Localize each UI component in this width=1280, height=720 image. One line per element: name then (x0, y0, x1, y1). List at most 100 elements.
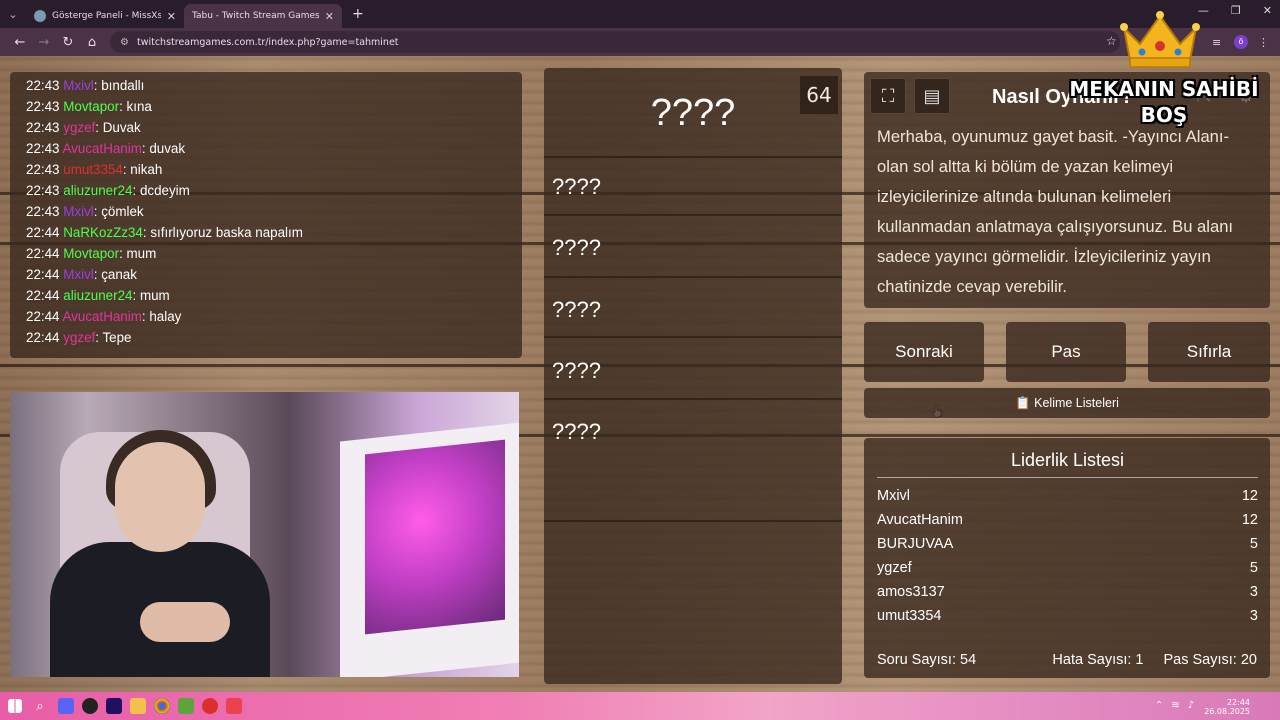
restore-icon[interactable]: ❐ (1231, 4, 1241, 17)
app-red-icon[interactable] (202, 698, 218, 714)
discord-icon[interactable] (58, 698, 74, 714)
leaderboard-row: BURJUVAA 5 (877, 532, 1258, 556)
wifi-icon[interactable]: ≋ (1171, 700, 1179, 711)
chat-time: 22:43 (26, 99, 60, 114)
word-lists-button[interactable]: 📋 Kelime Listeleri (864, 388, 1270, 418)
clock-time: 22:44 (1226, 698, 1250, 707)
chat-time: 22:44 (26, 309, 60, 324)
taboo-word: ???? (552, 297, 601, 322)
pass-count: Pas Sayısı: 20 (1163, 652, 1258, 668)
obs-icon[interactable] (82, 698, 98, 714)
chat-text: Duvak (102, 120, 141, 135)
reload-icon[interactable]: ↻ (56, 35, 80, 50)
chat-username[interactable]: NaRKozZz34 (63, 225, 143, 240)
chrome-icon[interactable] (154, 698, 170, 714)
volume-icon[interactable]: ♪ (1188, 700, 1194, 711)
chat-message: 22:44 aliuzuner24: mum (26, 288, 170, 303)
new-tab-icon[interactable]: + (352, 6, 364, 22)
tab-bar: ⌄ Gösterge Paneli - MissXss AI Bo ✕ Tabu… (0, 0, 1280, 28)
player-name: umut3354 (877, 608, 942, 624)
chat-text: bındallı (101, 78, 145, 93)
minecraft-icon[interactable] (178, 698, 194, 714)
tray-chevron-icon[interactable]: ⌃ (1155, 700, 1163, 711)
windows-start-icon[interactable] (8, 699, 22, 713)
taboo-word: ???? (552, 419, 601, 444)
fullscreen-icon[interactable]: ⛶ (870, 78, 906, 114)
chat-username[interactable]: aliuzuner24 (63, 288, 132, 303)
chat-username[interactable]: Mxivl (63, 267, 94, 282)
tab-favicon-icon (34, 10, 46, 22)
chat-time: 22:43 (26, 78, 60, 93)
premiere-icon[interactable] (106, 698, 122, 714)
tab-search-icon[interactable]: ⌄ (0, 0, 26, 28)
search-icon[interactable]: ⌕ (30, 699, 50, 714)
taboo-word: ???? (552, 235, 601, 260)
chat-message: 22:44 Mxivl: çanak (26, 267, 137, 282)
chat-username[interactable]: ygzef (63, 330, 95, 345)
chat-username[interactable]: Mxivl (63, 78, 94, 93)
chat-message: 22:44 ygzef: Tepe (26, 330, 132, 345)
main-word: ???? (650, 92, 736, 134)
tab-label: Tabu - Twitch Stream Games (192, 11, 319, 21)
game-page: 22:43 Mxivl: bındallı 22:43 Movtapor: kın… (0, 56, 1280, 692)
chat-text: mum (139, 288, 170, 303)
close-tab-icon[interactable]: ✕ (167, 10, 176, 23)
media-control-icon[interactable]: ≡ (1212, 36, 1224, 49)
clock[interactable]: 22:44 26.08.2025 (1204, 698, 1250, 716)
back-icon[interactable]: ← (8, 35, 32, 50)
chat-username[interactable]: umut3354 (63, 162, 123, 177)
chat-time: 22:43 (26, 162, 60, 177)
player-score: 12 (1241, 488, 1258, 504)
close-tab-icon[interactable]: ✕ (325, 10, 334, 23)
game-stats: Soru Sayısı: 54 Hata Sayısı: 1 Pas Sayıs… (877, 652, 1257, 668)
chat-message: 22:43 Mxivl: çömlek (26, 204, 144, 219)
next-button[interactable]: Sonraki (864, 322, 984, 382)
player-name: Mxivl (877, 488, 911, 504)
chat-panel: 22:43 Mxivl: bındallı 22:43 Movtapor: kın… (10, 72, 522, 358)
close-window-icon[interactable]: ✕ (1263, 4, 1272, 17)
home-icon[interactable]: ⌂ (80, 35, 104, 50)
taboo-word: ???? (552, 174, 601, 199)
valorant-icon[interactable] (226, 698, 242, 714)
crown-icon (1120, 11, 1200, 68)
leaderboard-list[interactable]: Mxivl 12 AvucatHanim 12 BURJUVAA 5 ygzef 5 amos3… (877, 484, 1258, 626)
chat-text: Tepe (102, 330, 132, 345)
chat-username[interactable]: aliuzuner24 (63, 183, 132, 198)
bookmark-star-icon[interactable]: ☆ (1106, 34, 1117, 48)
pass-button[interactable]: Pas (1006, 322, 1126, 382)
tab-dashboard[interactable]: Gösterge Paneli - MissXss AI Bo ✕ (26, 4, 184, 28)
site-info-icon[interactable]: ⚙ (120, 37, 129, 48)
player-name: BURJUVAA (877, 536, 954, 552)
chat-time: 22:43 (26, 204, 60, 219)
chat-username[interactable]: Movtapor (63, 99, 119, 114)
chat-time: 22:43 (26, 183, 60, 198)
notes-icon[interactable]: ▤ (914, 78, 950, 114)
chat-text: kına (126, 99, 152, 114)
chat-message: 22:43 Mxivl: bındallı (26, 78, 145, 93)
profile-avatar[interactable]: ö (1234, 35, 1248, 49)
forward-icon[interactable]: → (32, 35, 56, 50)
leaderboard-row: AvucatHanim 12 (877, 508, 1258, 532)
owner-title: MEKANIN SAHİBİ (1069, 77, 1259, 101)
leaderboard-row: amos3137 3 (877, 580, 1258, 604)
reset-button[interactable]: Sıfırla (1148, 322, 1270, 382)
leaderboard-panel: Liderlik Listesi Mxivl 12 AvucatHanim 12 BUR… (864, 438, 1270, 678)
chat-message: 22:43 umut3354: nikah (26, 162, 163, 177)
address-bar[interactable]: ⚙ twitchstreamgames.com.tr/index.php?gam… (110, 31, 1120, 53)
chat-text: çanak (101, 267, 137, 282)
chat-username[interactable]: AvucatHanim (63, 309, 142, 324)
error-count: Hata Sayısı: 1 (1052, 652, 1144, 668)
menu-icon[interactable]: ⋮ (1258, 36, 1270, 49)
chat-text: duvak (149, 141, 186, 156)
tab-tabu[interactable]: Tabu - Twitch Stream Games ✕ (184, 4, 342, 28)
leaderboard-row: umut3354 3 (877, 604, 1258, 626)
chat-message: 22:44 Movtapor: mum (26, 246, 157, 261)
question-count: Soru Sayısı: 54 (877, 652, 977, 668)
player-name: ygzef (877, 560, 912, 576)
file-explorer-icon[interactable] (130, 698, 146, 714)
chat-username[interactable]: Mxivl (63, 204, 94, 219)
chat-username[interactable]: ygzef (63, 120, 95, 135)
chat-username[interactable]: AvucatHanim (63, 141, 142, 156)
player-score: 3 (1249, 608, 1258, 624)
chat-username[interactable]: Movtapor (63, 246, 119, 261)
